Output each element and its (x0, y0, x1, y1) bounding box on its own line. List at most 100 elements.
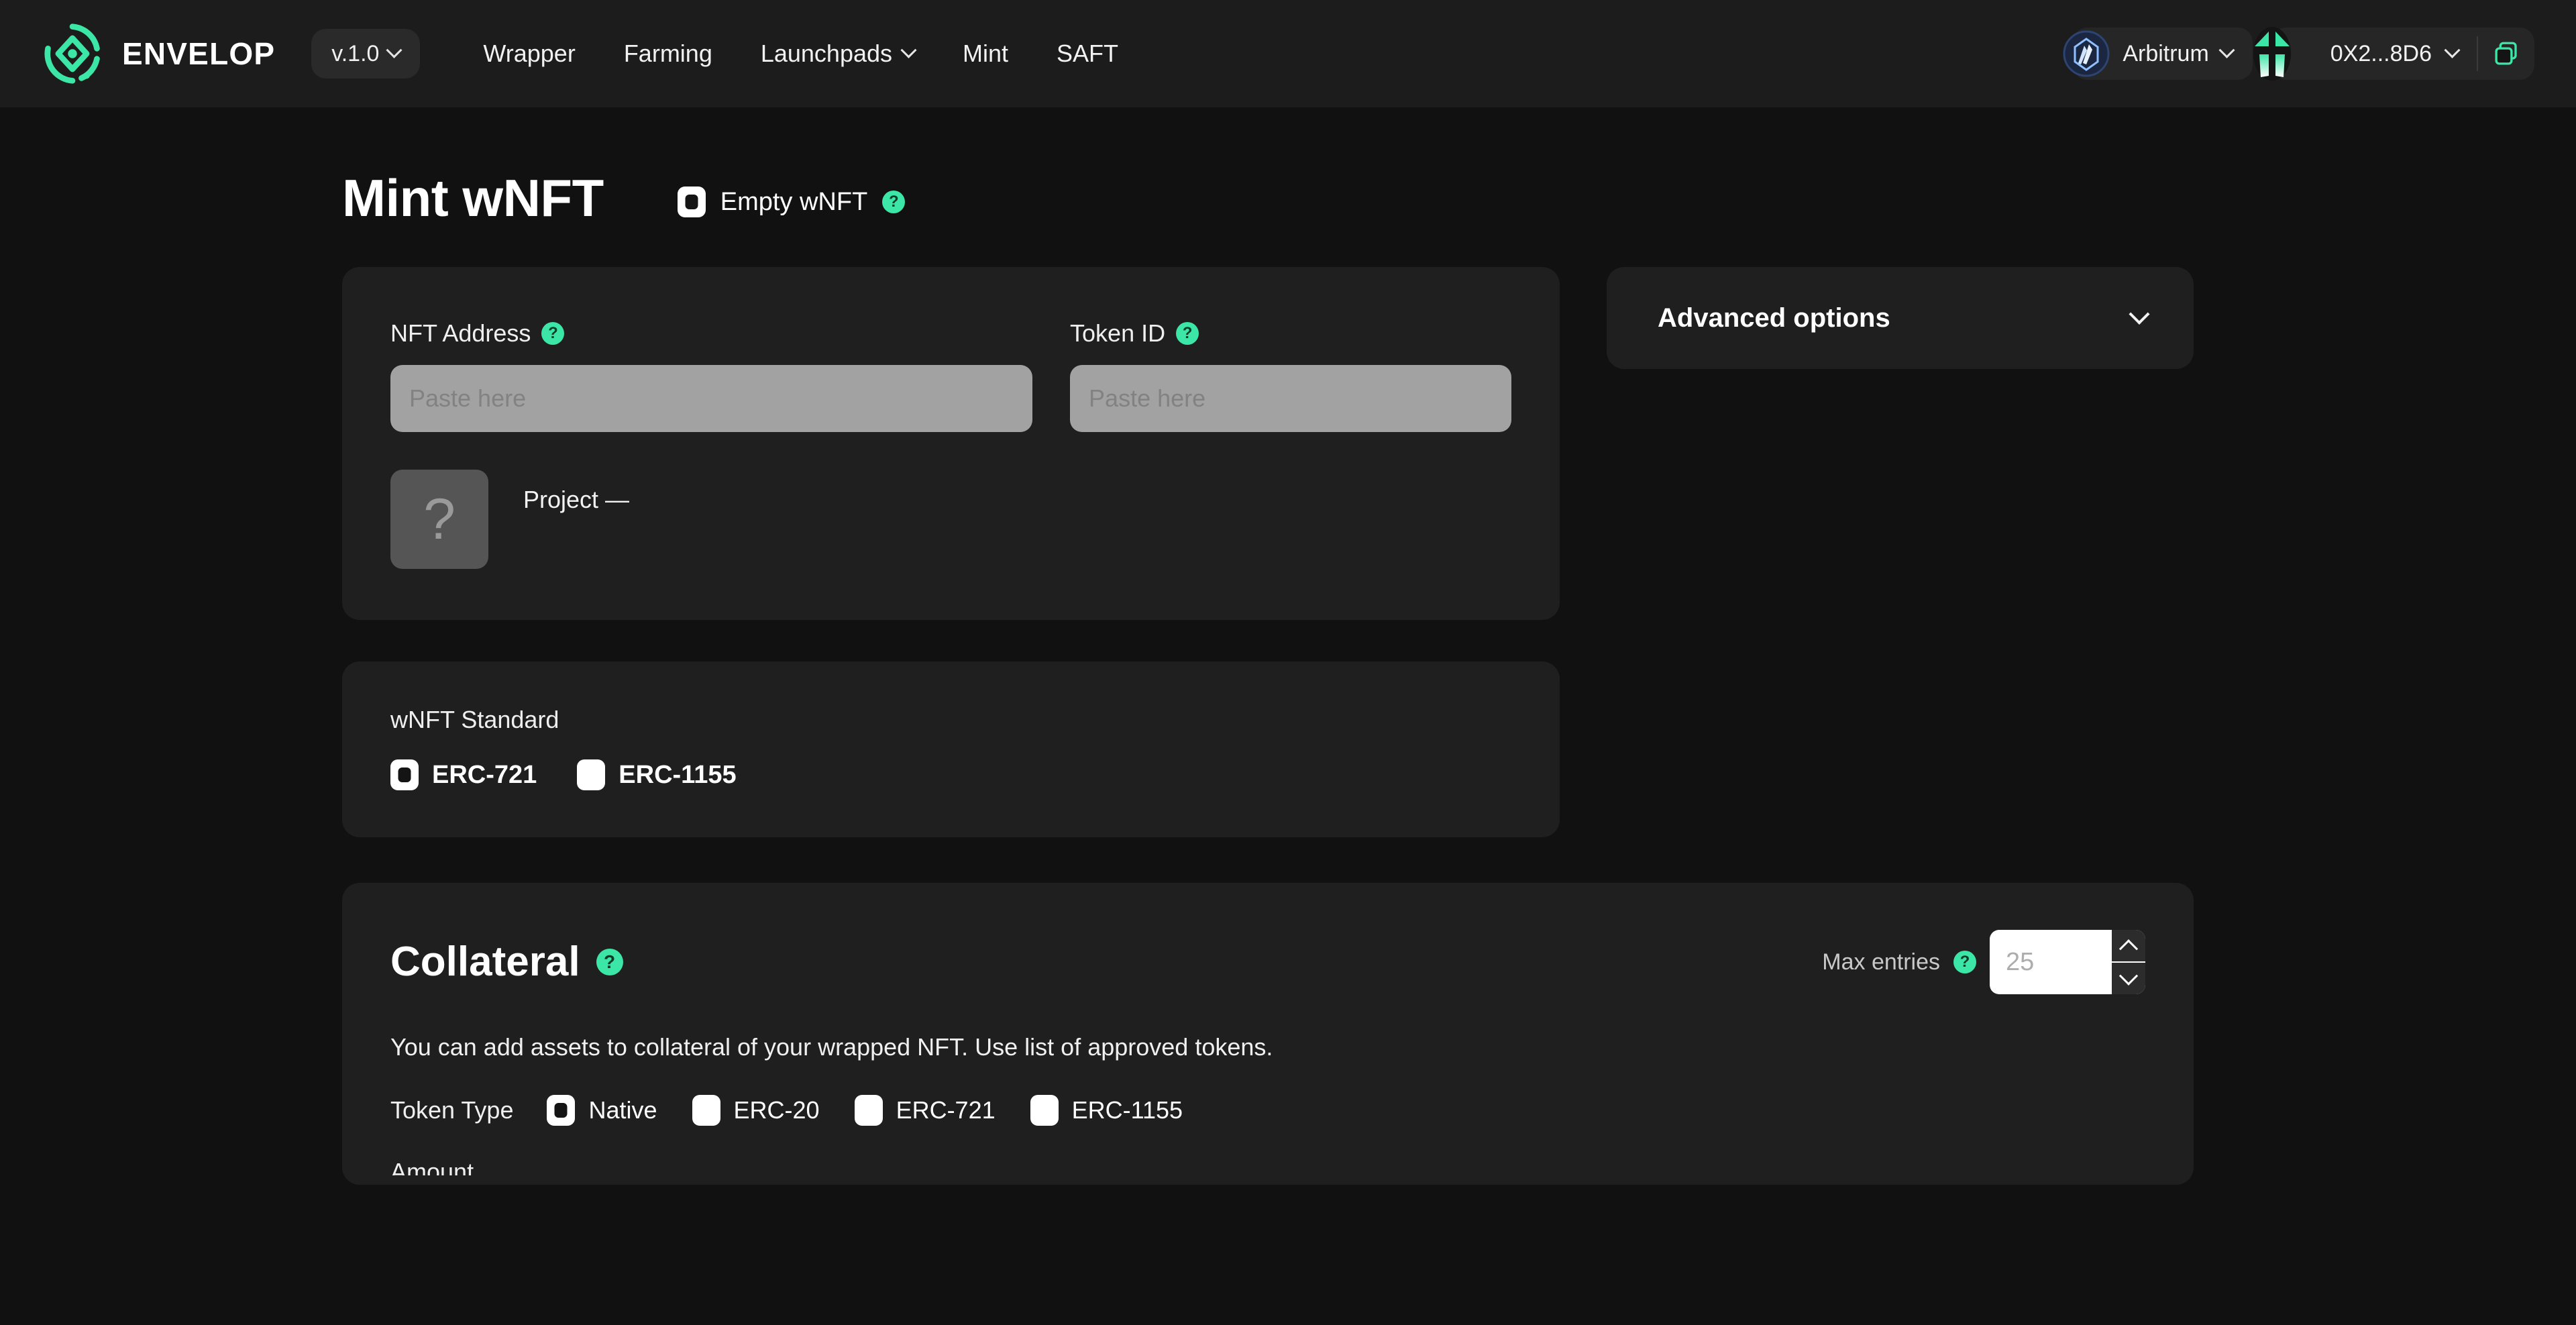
collateral-card: Collateral ? Max entries ? 25 You can ad… (342, 883, 2194, 1185)
chevron-down-icon (386, 42, 402, 58)
page-title: Mint wNFT (342, 168, 604, 227)
nav-label: Farming (623, 40, 712, 67)
nav-label: Mint (963, 40, 1009, 67)
advanced-options-panel[interactable]: Advanced options (1607, 267, 2194, 369)
collateral-title: Collateral (390, 939, 580, 985)
right-column: Advanced options (1607, 267, 2194, 369)
wnft-standard-options: ERC-721 ERC-1155 (390, 759, 1511, 790)
nft-form-card: NFT Address ? Token ID ? (342, 267, 1560, 620)
chevron-down-icon (2444, 42, 2461, 58)
network-label: Arbitrum (2123, 40, 2209, 66)
nft-address-label: NFT Address (390, 319, 531, 347)
radio-indicator[interactable] (854, 1095, 883, 1126)
advanced-options-title: Advanced options (1658, 303, 1890, 333)
wnft-standard-label: wNFT Standard (390, 706, 559, 733)
chevron-down-icon (900, 42, 917, 58)
wnft-standard-option-erc1155[interactable]: ERC-1155 (577, 759, 737, 790)
radio-indicator[interactable] (547, 1095, 576, 1126)
app-header: ENVELOP v.1.0 Wrapper Farming Launchpads… (0, 0, 2576, 107)
wnft-standard-card: wNFT Standard ERC-721 ERC-1155 (342, 661, 1560, 837)
wallet-avatar-icon (2253, 27, 2291, 81)
header-right: Arbitrum 0X2...8D6 (2063, 27, 2534, 81)
nav-item-saft[interactable]: SAFT (1032, 40, 1142, 68)
token-type-option-erc721[interactable]: ERC-721 (854, 1095, 996, 1126)
empty-wnft-label: Empty wNFT (720, 187, 868, 216)
collateral-title-group: Collateral ? (390, 941, 623, 983)
empty-wnft-toggle[interactable]: Empty wNFT ? (677, 187, 906, 217)
wallet-address-text: 0X2...8D6 (2330, 40, 2432, 66)
left-column: NFT Address ? Token ID ? (342, 267, 1560, 837)
nav-item-wrapper[interactable]: Wrapper (459, 40, 599, 68)
nav-item-mint[interactable]: Mint (938, 40, 1032, 68)
option-label: ERC-721 (432, 760, 537, 789)
copy-icon (2495, 42, 2517, 65)
arbitrum-icon (2063, 30, 2110, 77)
main-grid: NFT Address ? Token ID ? (342, 267, 2234, 837)
nav-item-farming[interactable]: Farming (600, 40, 737, 68)
option-label: ERC-20 (733, 1096, 820, 1124)
stepper-buttons (2110, 930, 2145, 994)
token-id-label-row: Token ID ? (1070, 319, 1511, 348)
nft-address-label-row: NFT Address ? (390, 319, 1032, 348)
chevron-down-icon[interactable] (2129, 303, 2150, 325)
token-id-input[interactable] (1070, 365, 1511, 432)
stepper-decrement-button[interactable] (2112, 961, 2145, 994)
token-id-label: Token ID (1070, 319, 1166, 347)
max-entries-label: Max entries (1822, 949, 1940, 975)
help-icon[interactable]: ? (882, 191, 906, 213)
nav-label: Launchpads (760, 40, 893, 67)
collateral-header: Collateral ? Max entries ? (390, 930, 2145, 994)
chevron-down-icon (2118, 966, 2139, 986)
token-type-label: Token Type (390, 1096, 514, 1124)
nav-label: SAFT (1057, 40, 1119, 67)
max-entries-stepper[interactable] (1990, 930, 2145, 994)
stepper-increment-button[interactable] (2112, 930, 2145, 961)
version-label: v.1.0 (331, 40, 380, 66)
help-icon[interactable]: ? (596, 949, 623, 975)
help-icon[interactable]: ? (541, 322, 565, 345)
nav-label: Wrapper (483, 40, 576, 67)
next-section-label: Amount (390, 1158, 474, 1175)
option-label: ERC-721 (896, 1096, 996, 1124)
project-thumbnail: ? (390, 470, 488, 569)
wnft-standard-option-erc721[interactable]: ERC-721 (390, 759, 537, 790)
radio-indicator[interactable] (577, 759, 606, 790)
token-type-option-erc20[interactable]: ERC-20 (692, 1095, 820, 1126)
nft-address-input[interactable] (390, 365, 1033, 432)
token-type-option-native[interactable]: Native (547, 1095, 657, 1126)
page-body: Mint wNFT Empty wNFT ? NFT Address ? Pas… (0, 107, 2576, 1185)
field-row: NFT Address ? Token ID ? (390, 319, 1511, 432)
max-entries-input[interactable] (1990, 930, 2110, 994)
project-name: Project — (523, 486, 630, 513)
nft-address-field-group: NFT Address ? (390, 319, 1033, 432)
chevron-down-icon (2218, 42, 2235, 58)
token-id-field-group: Token ID ? (1070, 319, 1511, 432)
brand-name: ENVELOP (122, 36, 276, 71)
brand[interactable]: ENVELOP (40, 21, 275, 86)
nav-item-launchpads[interactable]: Launchpads (737, 40, 938, 68)
token-type-option-erc1155[interactable]: ERC-1155 (1030, 1095, 1183, 1126)
help-icon[interactable]: ? (1953, 951, 1976, 973)
project-preview-row: ? Project — (390, 470, 1511, 569)
option-label: ERC-1155 (1071, 1096, 1183, 1124)
wallet-address: 0X2...8D6 (2330, 41, 2477, 67)
version-selector[interactable]: v.1.0 (311, 29, 421, 78)
radio-indicator[interactable] (692, 1095, 720, 1126)
radio-indicator[interactable] (1030, 1095, 1059, 1126)
page-title-row: Mint wNFT Empty wNFT ? (342, 172, 2234, 224)
chevron-up-icon (2118, 939, 2139, 958)
wallet-selector[interactable]: 0X2...8D6 (2253, 27, 2534, 81)
main-nav: Wrapper Farming Launchpads Mint SAFT (459, 40, 1142, 68)
content-container: Mint wNFT Empty wNFT ? NFT Address ? Pas… (342, 107, 2234, 1185)
option-label: ERC-1155 (619, 760, 737, 789)
empty-wnft-radio[interactable] (677, 187, 706, 217)
copy-address-button[interactable] (2478, 40, 2534, 68)
help-icon[interactable]: ? (1176, 322, 1199, 345)
network-selector[interactable]: Arbitrum (2063, 28, 2253, 80)
max-entries-group: Max entries ? (1822, 930, 2145, 994)
option-label: Native (588, 1096, 657, 1124)
radio-indicator[interactable] (390, 759, 419, 790)
collateral-description: You can add assets to collateral of your… (390, 1033, 1273, 1061)
envelop-logo-icon (44, 23, 100, 84)
token-type-row: Token Type Native ERC-20 ERC-721 ERC-115… (390, 1095, 2145, 1126)
